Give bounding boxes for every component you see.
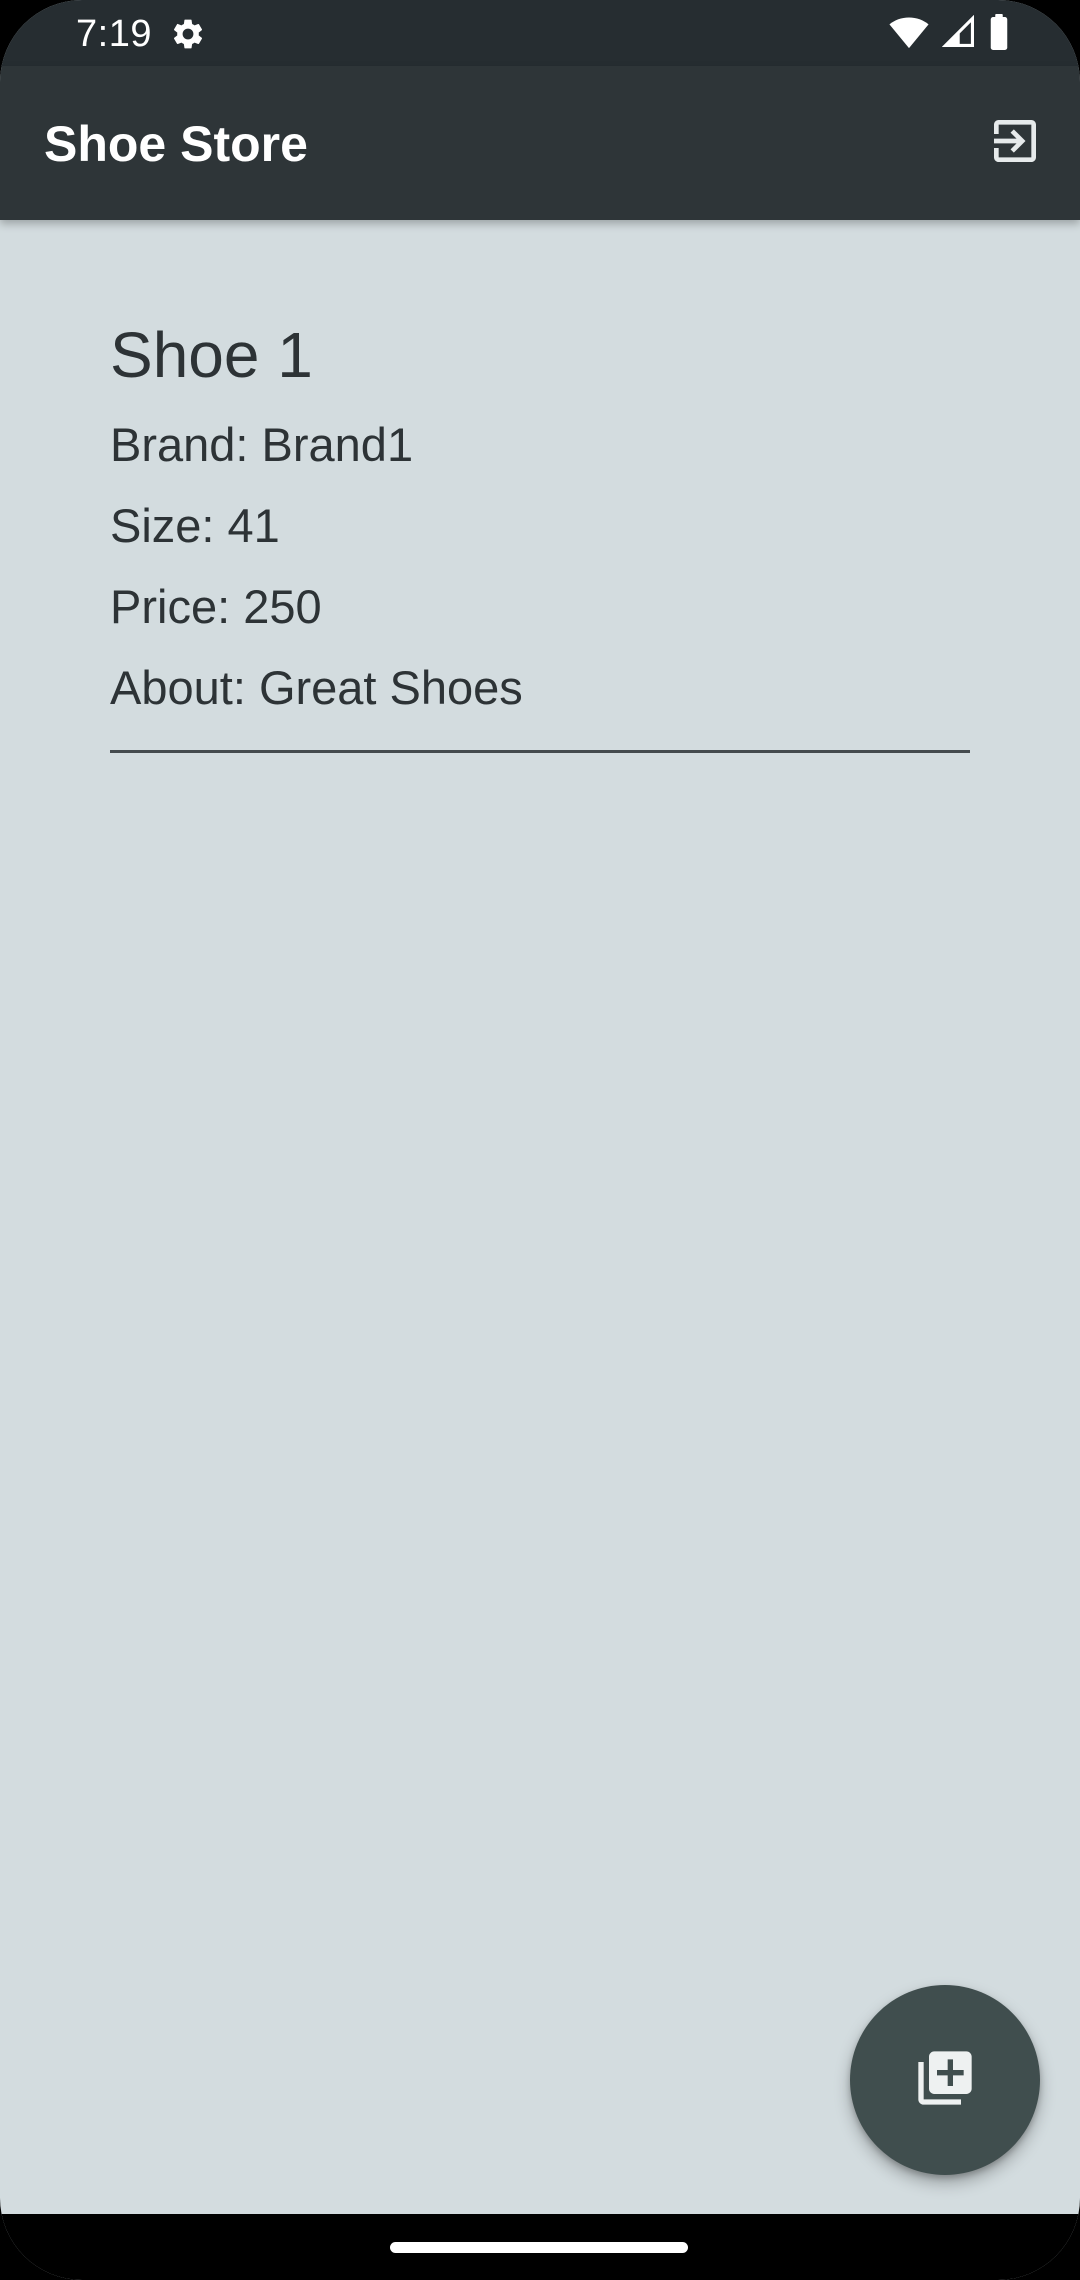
battery-icon (988, 13, 1010, 55)
shoe-list: Shoe 1 Brand: Brand1 Size: 41 Price: 250… (110, 310, 970, 753)
shoe-list-item[interactable]: Shoe 1 Brand: Brand1 Size: 41 Price: 250… (110, 310, 970, 753)
signal-icon (941, 14, 976, 54)
logout-icon (987, 113, 1043, 174)
add-shoe-button[interactable] (850, 1985, 1040, 2175)
shoe-name: Shoe 1 (110, 319, 313, 391)
status-bar: 7:19 (0, 0, 1080, 66)
shoe-price: Price: 250 (110, 580, 322, 633)
logout-button[interactable] (980, 108, 1050, 178)
status-indicators (888, 13, 1010, 55)
app-bar: Shoe Store (0, 66, 1080, 220)
wifi-icon (888, 15, 930, 54)
shoe-brand: Brand: Brand1 (110, 418, 414, 471)
shoe-size: Size: 41 (110, 499, 280, 552)
navigation-bar (0, 2214, 1080, 2280)
add-to-list-icon (913, 2046, 977, 2115)
app-title: Shoe Store (44, 116, 308, 172)
screen: 7:19 Shoe Store Shoe 1 Brand: Brand1 Siz… (0, 0, 1080, 2280)
shoe-about: About: Great Shoes (110, 661, 523, 714)
settings-icon (170, 16, 206, 52)
status-time: 7:19 (76, 13, 152, 55)
home-gesture-handle[interactable] (390, 2242, 688, 2253)
